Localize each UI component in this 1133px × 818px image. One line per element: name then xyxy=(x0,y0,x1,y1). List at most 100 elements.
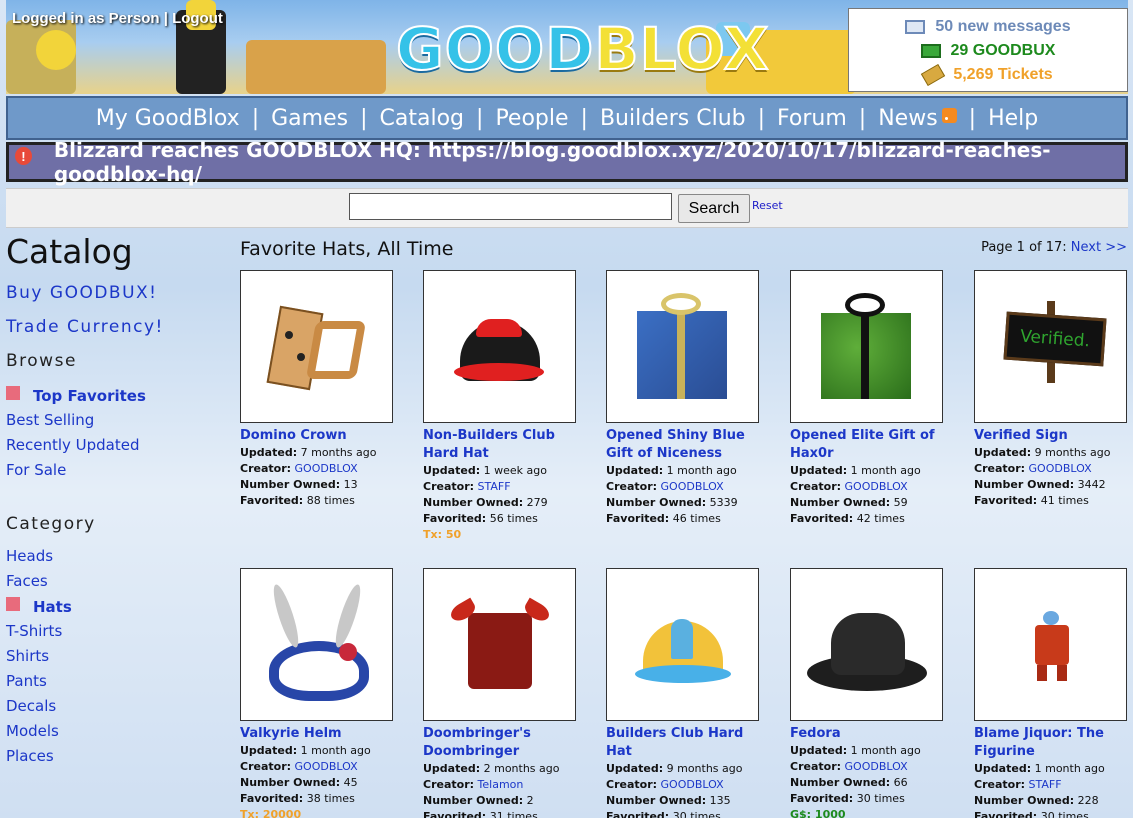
category-item-faces[interactable]: Faces xyxy=(6,569,226,594)
item-creator: Creator: GOODBLOX xyxy=(790,759,965,775)
updated-value: 1 month ago xyxy=(850,744,921,757)
item-name[interactable]: Opened Elite Gift of Hax0r xyxy=(790,427,950,463)
creator-link[interactable]: GOODBLOX xyxy=(845,480,908,493)
creator-link[interactable]: GOODBLOX xyxy=(661,778,724,791)
item-name[interactable]: Domino Crown xyxy=(240,427,400,445)
pagination: Page 1 of 17: Next >> xyxy=(981,240,1127,255)
creator-link[interactable]: STAFF xyxy=(478,480,511,493)
next-page-link[interactable]: Next >> xyxy=(1071,240,1127,255)
search-button[interactable]: Search xyxy=(678,194,750,223)
alert-text[interactable]: Blizzard reaches GOODBLOX HQ: https://bl… xyxy=(54,138,1125,186)
category-item-models[interactable]: Models xyxy=(6,719,226,744)
logout-link[interactable]: Logout xyxy=(172,10,223,27)
nav-builders-club[interactable]: Builders Club xyxy=(600,106,746,131)
favorited-value: 42 times xyxy=(856,512,905,525)
nav-separator: | xyxy=(360,105,368,131)
goodblox-logo[interactable]: GOODBLOX xyxy=(395,17,769,81)
browse-item-for-sale[interactable]: For Sale xyxy=(6,458,226,483)
item-updated: Updated: 9 months ago xyxy=(974,445,1133,461)
favorited-label: Favorited: xyxy=(240,792,304,805)
item-thumbnail[interactable] xyxy=(423,270,576,423)
favorited-label: Favorited: xyxy=(423,810,487,818)
nav-forum[interactable]: Forum xyxy=(777,106,847,131)
category-item-hats[interactable]: Hats xyxy=(6,594,226,619)
trade-currency-link[interactable]: Trade Currency! xyxy=(6,317,226,337)
category-item-t-shirts[interactable]: T-Shirts xyxy=(6,619,226,644)
creator-label: Creator: xyxy=(240,760,292,773)
tickets-link[interactable]: 5,269 Tickets xyxy=(859,63,1117,87)
creator-link[interactable]: GOODBLOX xyxy=(661,480,724,493)
nav-news-label: News xyxy=(878,105,938,131)
catalog-item: Opened Elite Gift of Hax0r Updated: 1 mo… xyxy=(790,270,965,527)
updated-value: 1 month ago xyxy=(1034,762,1105,775)
category-item-decals[interactable]: Decals xyxy=(6,694,226,719)
item-name[interactable]: Fedora xyxy=(790,725,950,743)
creator-link[interactable]: Telamon xyxy=(478,778,524,791)
reset-link[interactable]: Reset xyxy=(752,199,783,212)
updated-value: 9 months ago xyxy=(1034,446,1111,459)
goodbux-link[interactable]: 29 GOODBUX xyxy=(859,39,1117,63)
catalog-item: Blame Jiquor: The Figurine Updated: 1 mo… xyxy=(974,568,1133,818)
item-updated: Updated: 9 months ago xyxy=(606,761,781,777)
creator-link[interactable]: GOODBLOX xyxy=(1029,462,1092,475)
item-creator: Creator: GOODBLOX xyxy=(240,759,415,775)
item-thumbnail[interactable] xyxy=(606,270,759,423)
item-thumbnail[interactable] xyxy=(974,568,1127,721)
item-thumbnail[interactable]: Verified. xyxy=(974,270,1127,423)
item-favorited: Favorited: 42 times xyxy=(790,511,965,527)
browse-item-label: Top Favorites xyxy=(33,386,146,405)
creator-link[interactable]: GOODBLOX xyxy=(845,760,908,773)
creator-link[interactable]: STAFF xyxy=(1029,778,1062,791)
item-thumbnail[interactable] xyxy=(423,568,576,721)
updated-label: Updated: xyxy=(240,446,298,459)
gift-bow xyxy=(661,293,701,315)
item-name[interactable]: Non-Builders Club Hard Hat xyxy=(423,427,583,463)
nav-games[interactable]: Games xyxy=(271,106,348,131)
item-name[interactable]: Doombringer's Doombringer xyxy=(423,725,583,761)
item-updated: Updated: 1 month ago xyxy=(240,743,415,759)
updated-label: Updated: xyxy=(606,464,664,477)
nav-help[interactable]: Help xyxy=(988,106,1038,131)
item-name[interactable]: Blame Jiquor: The Figurine xyxy=(974,725,1133,761)
item-owned: Number Owned: 45 xyxy=(240,775,415,791)
item-thumbnail[interactable] xyxy=(606,568,759,721)
creator-link[interactable]: GOODBLOX xyxy=(295,760,358,773)
nav-my-goodblox[interactable]: My GoodBlox xyxy=(96,106,240,131)
updated-label: Updated: xyxy=(606,762,664,775)
creator-link[interactable]: GOODBLOX xyxy=(295,462,358,475)
item-creator: Creator: STAFF xyxy=(974,777,1133,793)
updated-value: 1 week ago xyxy=(483,464,547,477)
item-name[interactable]: Builders Club Hard Hat xyxy=(606,725,766,761)
updated-value: 1 month ago xyxy=(666,464,737,477)
browse-item-best-selling[interactable]: Best Selling xyxy=(6,408,226,433)
nav-catalog[interactable]: Catalog xyxy=(380,106,465,131)
item-name[interactable]: Valkyrie Helm xyxy=(240,725,400,743)
category-item-shirts[interactable]: Shirts xyxy=(6,644,226,669)
nav-news[interactable]: News xyxy=(878,105,957,131)
item-thumbnail[interactable] xyxy=(790,568,943,721)
browse-item-top-favorites[interactable]: Top Favorites xyxy=(6,383,226,408)
category-item-pants[interactable]: Pants xyxy=(6,669,226,694)
owned-value: 3442 xyxy=(1077,478,1106,491)
item-name[interactable]: Opened Shiny Blue Gift of Niceness xyxy=(606,427,766,463)
nav-people[interactable]: People xyxy=(495,106,568,131)
search-input[interactable] xyxy=(349,193,672,220)
hard-hat-image xyxy=(454,363,544,381)
buy-goodbux-link[interactable]: Buy GOODBUX! xyxy=(6,283,226,303)
item-thumbnail[interactable] xyxy=(240,270,393,423)
category-item-places[interactable]: Places xyxy=(6,744,226,769)
messages-link[interactable]: 50 new messages xyxy=(859,15,1117,39)
creator-label: Creator: xyxy=(240,462,292,475)
catalog-item: Verified. Verified Sign Updated: 9 month… xyxy=(974,270,1133,509)
item-name[interactable]: Verified Sign xyxy=(974,427,1133,445)
owned-label: Number Owned: xyxy=(974,478,1075,491)
gift-ribbon xyxy=(861,313,869,399)
category-item-heads[interactable]: Heads xyxy=(6,544,226,569)
item-thumbnail[interactable] xyxy=(240,568,393,721)
item-updated: Updated: 1 month ago xyxy=(974,761,1133,777)
item-thumbnail[interactable] xyxy=(790,270,943,423)
figurine-leg xyxy=(1057,665,1067,681)
item-owned: Number Owned: 135 xyxy=(606,793,781,809)
creator-label: Creator: xyxy=(790,480,842,493)
browse-item-recently-updated[interactable]: Recently Updated xyxy=(6,433,226,458)
